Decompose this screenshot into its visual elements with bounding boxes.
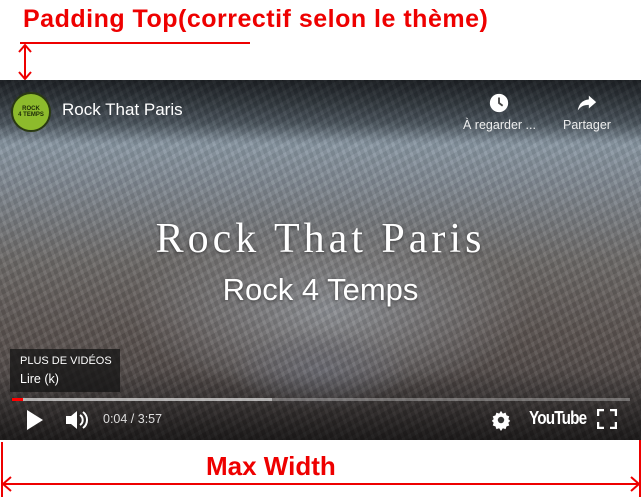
watch-later-label: À regarder ... (463, 118, 536, 132)
play-tooltip: Lire (k) (20, 372, 59, 386)
progress-bar[interactable] (12, 398, 630, 401)
settings-gear-icon[interactable] (490, 409, 512, 431)
logo-text-bottom: 4 TEMPS (18, 112, 44, 118)
channel-logo[interactable]: ROCK 4 TEMPS (11, 92, 51, 132)
play-icon[interactable] (25, 409, 45, 431)
clock-icon (490, 93, 509, 113)
share-button[interactable]: Partager (563, 92, 611, 132)
played-bar (12, 398, 23, 401)
video-title[interactable]: Rock That Paris (62, 100, 183, 120)
watch-later-button[interactable]: À regarder ... (463, 92, 536, 132)
video-player[interactable]: ROCK 4 TEMPS Rock That Paris À regarder .… (0, 80, 641, 440)
overlay-title: Rock That Paris (155, 216, 486, 262)
youtube-logo-button[interactable]: YouTube (529, 408, 587, 429)
fullscreen-icon[interactable] (597, 409, 617, 429)
more-videos-label: PLUS DE VIDÉOS (20, 355, 112, 367)
share-label: Partager (563, 118, 611, 132)
overlay-subtitle: Rock 4 Temps (222, 272, 419, 307)
time-display: 0:04 / 3:57 (103, 412, 163, 426)
share-icon (577, 95, 597, 111)
padding-top-annotation: Padding Top(correctif selon le thème) (23, 5, 489, 33)
buffered-bar (12, 398, 272, 401)
more-videos-panel[interactable]: PLUS DE VIDÉOS Lire (k) (10, 349, 120, 392)
max-width-annotation: Max Width (206, 451, 336, 481)
volume-icon[interactable] (65, 409, 89, 431)
